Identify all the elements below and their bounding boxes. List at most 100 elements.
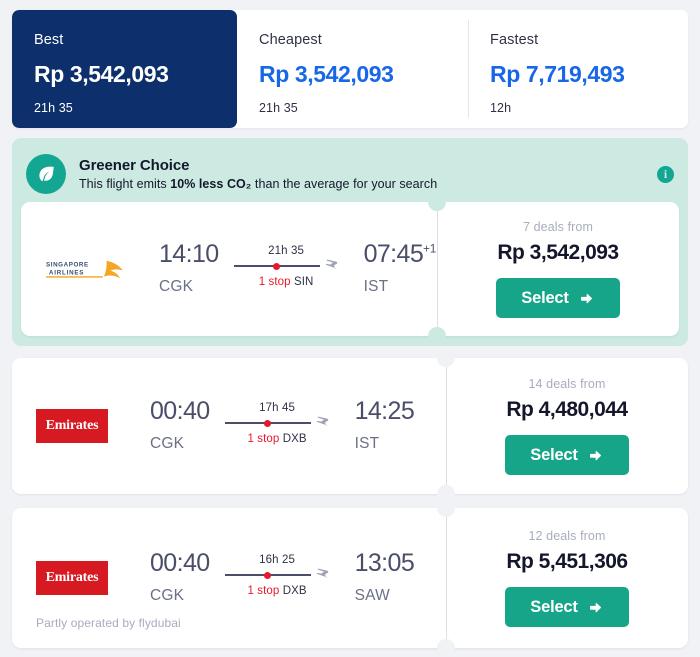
flight-price: Rp 4,480,044 bbox=[506, 398, 628, 421]
flight-itinerary-section: Emirates 00:40 CGK 16h 25 1 stop DXB 13:… bbox=[12, 508, 446, 648]
greener-sub-emphasis: 10% less CO₂ bbox=[170, 177, 252, 191]
flight-card[interactable]: Emirates 00:40 CGK 17h 45 1 stop DXB 14:… bbox=[12, 349, 688, 503]
arrival-time: 13:05 bbox=[355, 551, 415, 576]
flight-duration: 21h 35 bbox=[268, 245, 304, 257]
deals-count: 7 deals from bbox=[523, 220, 593, 234]
select-button[interactable]: Select bbox=[505, 435, 629, 475]
itinerary: 14:10 CGK 21h 35 1 stop SIN 07:45+1 IST bbox=[159, 242, 436, 296]
divider-notch-bottom bbox=[437, 639, 455, 657]
emirates-logo: Emirates bbox=[36, 409, 122, 443]
sort-tab-bar: Best Rp 3,542,093 21h 35 Cheapest Rp 3,5… bbox=[12, 10, 688, 128]
flight-card[interactable]: SINGAPORE AIRLINES 14:10 CGK 21h 35 1 st… bbox=[21, 193, 679, 345]
divider-notch-bottom bbox=[428, 327, 446, 345]
flight-price: Rp 5,451,306 bbox=[506, 550, 628, 573]
flight-duration: 16h 25 bbox=[259, 554, 295, 566]
select-button-label: Select bbox=[521, 288, 569, 307]
greener-choice-subtitle: This flight emits 10% less CO₂ than the … bbox=[79, 177, 647, 191]
departure-time: 00:40 bbox=[150, 397, 210, 425]
departure-airport-code: CGK bbox=[150, 435, 185, 452]
select-button-label: Select bbox=[530, 597, 578, 616]
arrival-time-value: 07:45 bbox=[363, 240, 424, 268]
tab-best-label: Best bbox=[34, 32, 64, 48]
departure-airport-code: CGK bbox=[159, 278, 194, 295]
svg-text:SINGAPORE: SINGAPORE bbox=[46, 262, 89, 269]
deals-count: 12 deals from bbox=[528, 529, 606, 543]
arrival: 14:25 IST bbox=[355, 399, 415, 453]
itinerary: 00:40 CGK 17h 45 1 stop DXB 14:25 IST bbox=[150, 399, 415, 453]
stop-dot-icon bbox=[273, 262, 281, 270]
arrival-airport-code: IST bbox=[354, 435, 380, 452]
departure: 00:40 CGK bbox=[150, 551, 210, 605]
greener-choice-banner: Greener Choice This flight emits 10% les… bbox=[12, 138, 688, 346]
emirates-logo: Emirates bbox=[36, 561, 122, 595]
tab-fastest-label: Fastest bbox=[490, 32, 539, 48]
departure-time: 14:10 bbox=[159, 240, 219, 268]
arrival: 13:05 SAW bbox=[355, 551, 415, 605]
route-summary: 21h 35 1 stop SIN bbox=[229, 242, 344, 288]
itinerary: 00:40 CGK 16h 25 1 stop DXB 13:05 SAW bbox=[150, 551, 415, 605]
select-button[interactable]: Select bbox=[505, 587, 629, 627]
flight-price: Rp 3,542,093 bbox=[497, 241, 619, 264]
arrow-right-icon bbox=[589, 450, 601, 460]
greener-sub-prefix: This flight emits bbox=[79, 177, 171, 191]
tab-fastest-price: Rp 7,719,493 bbox=[490, 61, 625, 87]
stop-airport-code: DXB bbox=[282, 585, 307, 597]
stop-airport-code: DXB bbox=[282, 433, 307, 445]
deals-count: 14 deals from bbox=[528, 377, 606, 391]
route-line bbox=[220, 416, 335, 431]
select-button[interactable]: Select bbox=[496, 278, 620, 318]
svg-text:AIRLINES: AIRLINES bbox=[49, 269, 84, 276]
stop-count: 1 stop bbox=[247, 433, 280, 445]
route-summary: 17h 45 1 stop DXB bbox=[220, 399, 335, 445]
stop-info: 1 stop SIN bbox=[229, 276, 344, 288]
departure: 00:40 CGK bbox=[150, 399, 210, 453]
arrival-airport-code: IST bbox=[363, 278, 389, 295]
route-bar bbox=[224, 419, 311, 427]
greener-choice-title: Greener Choice bbox=[79, 157, 190, 174]
plane-icon bbox=[315, 416, 330, 431]
arrival-time-value: 14:25 bbox=[354, 397, 415, 425]
flight-price-section: 7 deals from Rp 3,542,093 Select bbox=[428, 193, 679, 345]
tab-cheapest-price: Rp 3,542,093 bbox=[259, 61, 394, 87]
departure: 14:10 CGK bbox=[159, 242, 219, 296]
stop-count: 1 stop bbox=[258, 276, 291, 288]
flight-price-section: 14 deals from Rp 4,480,044 Select bbox=[437, 349, 688, 503]
stop-airport-code: SIN bbox=[293, 276, 314, 288]
tab-best-price: Rp 3,542,093 bbox=[34, 61, 169, 87]
stop-count: 1 stop bbox=[247, 585, 280, 597]
emirates-logo-text: Emirates bbox=[36, 409, 108, 443]
select-button-label: Select bbox=[530, 445, 578, 464]
arrival-day-offset: +1 bbox=[423, 243, 437, 256]
tab-fastest-duration: 12h bbox=[490, 101, 512, 115]
leaf-icon bbox=[26, 154, 66, 194]
tab-best-duration: 21h 35 bbox=[34, 101, 73, 115]
flight-itinerary-section: Emirates 00:40 CGK 17h 45 1 stop DXB 14:… bbox=[12, 358, 446, 494]
card-divider bbox=[437, 202, 438, 336]
tab-best[interactable]: Best Rp 3,542,093 21h 35 bbox=[12, 10, 237, 128]
flight-card[interactable]: Emirates 00:40 CGK 16h 25 1 stop DXB 13:… bbox=[12, 499, 688, 657]
arrow-right-icon bbox=[580, 293, 592, 303]
divider-notch-top bbox=[437, 349, 455, 367]
greener-choice-header: Greener Choice This flight emits 10% les… bbox=[12, 150, 688, 198]
tab-cheapest[interactable]: Cheapest Rp 3,542,093 21h 35 bbox=[237, 10, 468, 128]
plane-icon bbox=[315, 568, 330, 583]
departure-time: 00:40 bbox=[150, 549, 210, 577]
arrival-time-value: 13:05 bbox=[354, 549, 415, 577]
stop-dot-icon bbox=[264, 419, 272, 427]
route-line bbox=[229, 259, 344, 272]
tab-fastest[interactable]: Fastest Rp 7,719,493 12h bbox=[468, 10, 688, 128]
singapore-airlines-logo: SINGAPORE AIRLINES bbox=[45, 256, 131, 282]
greener-choice-text: Greener Choice This flight emits 10% les… bbox=[79, 157, 647, 191]
route-bar bbox=[233, 262, 320, 270]
greener-sub-suffix: than the average for your search bbox=[251, 177, 438, 191]
divider-notch-top bbox=[428, 193, 446, 211]
arrow-right-icon bbox=[589, 602, 601, 612]
route-bar bbox=[224, 571, 311, 579]
info-icon[interactable]: i bbox=[657, 165, 674, 183]
card-divider bbox=[446, 508, 447, 648]
operated-by-note: Partly operated by flydubai bbox=[36, 616, 181, 630]
tab-cheapest-label: Cheapest bbox=[259, 32, 322, 48]
stop-info: 1 stop DXB bbox=[220, 585, 335, 597]
flight-price-section: 12 deals from Rp 5,451,306 Select bbox=[437, 499, 688, 657]
flight-itinerary-section: SINGAPORE AIRLINES 14:10 CGK 21h 35 1 st… bbox=[21, 202, 437, 336]
